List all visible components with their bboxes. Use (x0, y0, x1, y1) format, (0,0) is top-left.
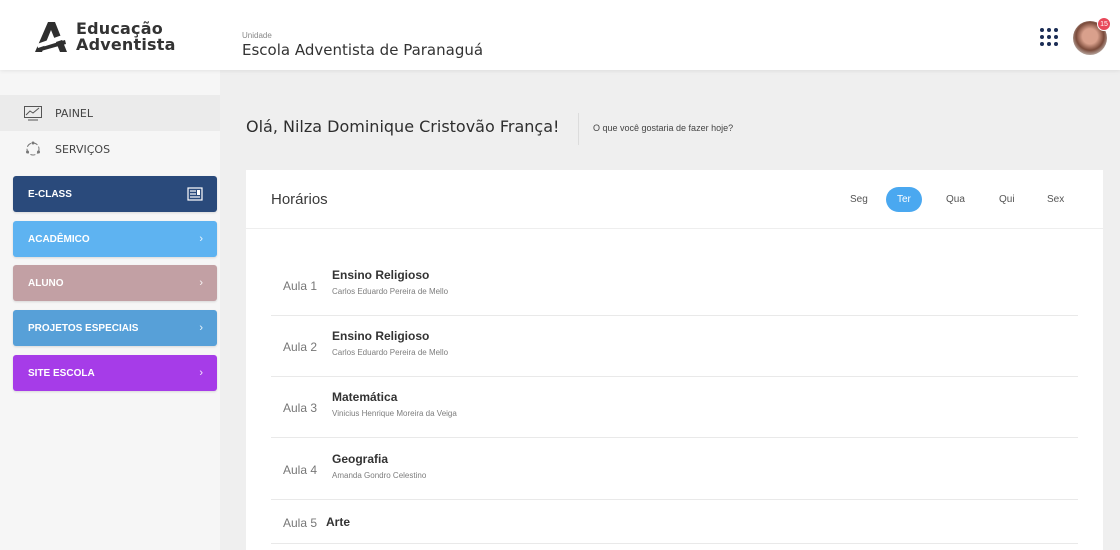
lesson-number: Aula 5 (283, 516, 318, 530)
nav-item-servicos[interactable]: SERVIÇOS (0, 131, 220, 167)
services-icon (26, 141, 40, 156)
lesson-teacher: Vinicius Henrique Moreira da Veiga (332, 409, 457, 418)
row-divider (271, 543, 1078, 544)
lesson-row[interactable]: Aula 1 Ensino Religioso Carlos Eduardo P… (271, 255, 1078, 316)
unit-name: Escola Adventista de Paranaguá (242, 41, 484, 59)
menu-label: ALUNO (28, 277, 64, 289)
lesson-row[interactable]: Aula 4 Geografia Amanda Gondro Celestino (271, 439, 1078, 500)
eclass-icon (187, 187, 203, 201)
menu-label: PROJETOS ESPECIAIS (28, 322, 139, 334)
unit-caption: Unidade (242, 31, 272, 40)
lesson-teacher: Amanda Gondro Celestino (332, 471, 427, 480)
lesson-teacher: Carlos Eduardo Pereira de Mello (332, 287, 449, 296)
chart-line-icon (24, 106, 42, 121)
grid-icon[interactable] (1040, 28, 1058, 46)
logo-line-2: Adventista (76, 35, 176, 54)
notification-badge: 15 (1097, 17, 1111, 31)
logo[interactable]: Educação Adventista (33, 19, 176, 55)
header-divider (246, 228, 1103, 229)
menu-aluno-button[interactable]: ALUNO › (13, 265, 217, 301)
lesson-subject: Arte (326, 515, 351, 529)
menu-label: E-CLASS (28, 188, 72, 200)
menu-label: ACADÊMICO (28, 233, 90, 245)
nav-item-painel[interactable]: PAINEL (0, 95, 220, 131)
day-tab-sex[interactable]: Sex (1036, 187, 1075, 212)
lesson-number: Aula 2 (283, 340, 318, 354)
chevron-right-icon: › (199, 367, 203, 379)
lesson-row[interactable]: Aula 5 Arte (271, 500, 1078, 544)
nav-label-painel: PAINEL (55, 106, 94, 120)
lesson-subject: Geografia (332, 452, 389, 466)
row-divider (271, 437, 1078, 438)
greeting-heading: Olá, Nilza Dominique Cristovão França! (246, 117, 560, 136)
lesson-subject: Ensino Religioso (332, 329, 430, 343)
schedule-card: Horários Seg Ter Qua Qui Sex Aula 1 Ensi… (246, 170, 1103, 550)
nav-label-servicos: SERVIÇOS (55, 142, 111, 156)
sidebar: PAINEL SERVIÇOS E-CLASS ACADÊMICO › ALUN… (0, 70, 220, 550)
chevron-right-icon: › (199, 277, 203, 289)
lesson-number: Aula 1 (283, 279, 318, 293)
menu-academico-button[interactable]: ACADÊMICO › (13, 221, 217, 257)
day-tab-qua[interactable]: Qua (935, 187, 976, 212)
lesson-row[interactable]: Aula 2 Ensino Religioso Carlos Eduardo P… (271, 316, 1078, 377)
lesson-subject: Matemática (332, 390, 398, 404)
divider (578, 113, 579, 145)
menu-projetos-especiais-button[interactable]: PROJETOS ESPECIAIS › (13, 310, 217, 346)
greeting-question: O que você gostaria de fazer hoje? (593, 123, 734, 133)
schedule-title: Horários (271, 191, 328, 208)
lesson-number: Aula 3 (283, 401, 318, 415)
unit-selector[interactable]: Unidade Escola Adventista de Paranaguá (242, 31, 483, 60)
chevron-right-icon: › (199, 233, 203, 245)
day-tab-seg[interactable]: Seg (839, 187, 879, 212)
top-bar: Educação Adventista Unidade Escola Adven… (0, 0, 1120, 70)
lesson-subject: Ensino Religioso (332, 268, 430, 282)
menu-eclass-button[interactable]: E-CLASS (13, 176, 217, 212)
lesson-number: Aula 4 (283, 463, 318, 477)
chevron-right-icon: › (199, 322, 203, 334)
lesson-row[interactable]: Aula 3 Matemática Vinicius Henrique More… (271, 377, 1078, 438)
menu-site-escola-button[interactable]: SITE ESCOLA › (13, 355, 217, 391)
menu-label: SITE ESCOLA (28, 367, 95, 379)
logo-text: Educação Adventista (76, 21, 176, 53)
day-tab-qui[interactable]: Qui (988, 187, 1026, 212)
day-tab-ter[interactable]: Ter (886, 187, 922, 212)
logo-mark-icon (35, 22, 67, 52)
lesson-teacher: Carlos Eduardo Pereira de Mello (332, 348, 449, 357)
